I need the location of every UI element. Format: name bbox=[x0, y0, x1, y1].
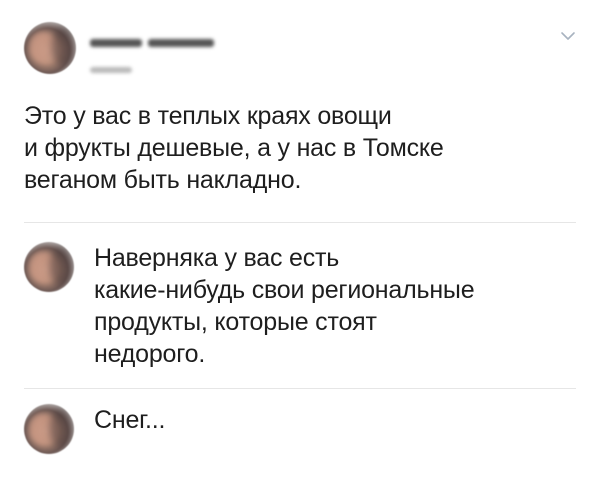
comment-text: Снег... bbox=[94, 406, 166, 434]
comment-author-avatar[interactable] bbox=[24, 404, 74, 454]
post-header bbox=[24, 22, 584, 78]
divider bbox=[24, 388, 576, 389]
post-thread: Это у вас в теплых краях овощи и фрукты … bbox=[0, 0, 600, 489]
blurred-post-meta bbox=[90, 60, 150, 73]
divider bbox=[24, 222, 576, 223]
comment-text: Наверняка у вас есть какие-нибудь свои р… bbox=[94, 244, 475, 368]
post-text: Это у вас в теплых краях овощи и фрукты … bbox=[24, 102, 444, 194]
comment-author-avatar[interactable] bbox=[24, 242, 74, 292]
post-author-avatar[interactable] bbox=[24, 22, 76, 74]
chevron-down-icon[interactable] bbox=[560, 28, 576, 44]
blurred-author-name[interactable] bbox=[90, 34, 270, 50]
